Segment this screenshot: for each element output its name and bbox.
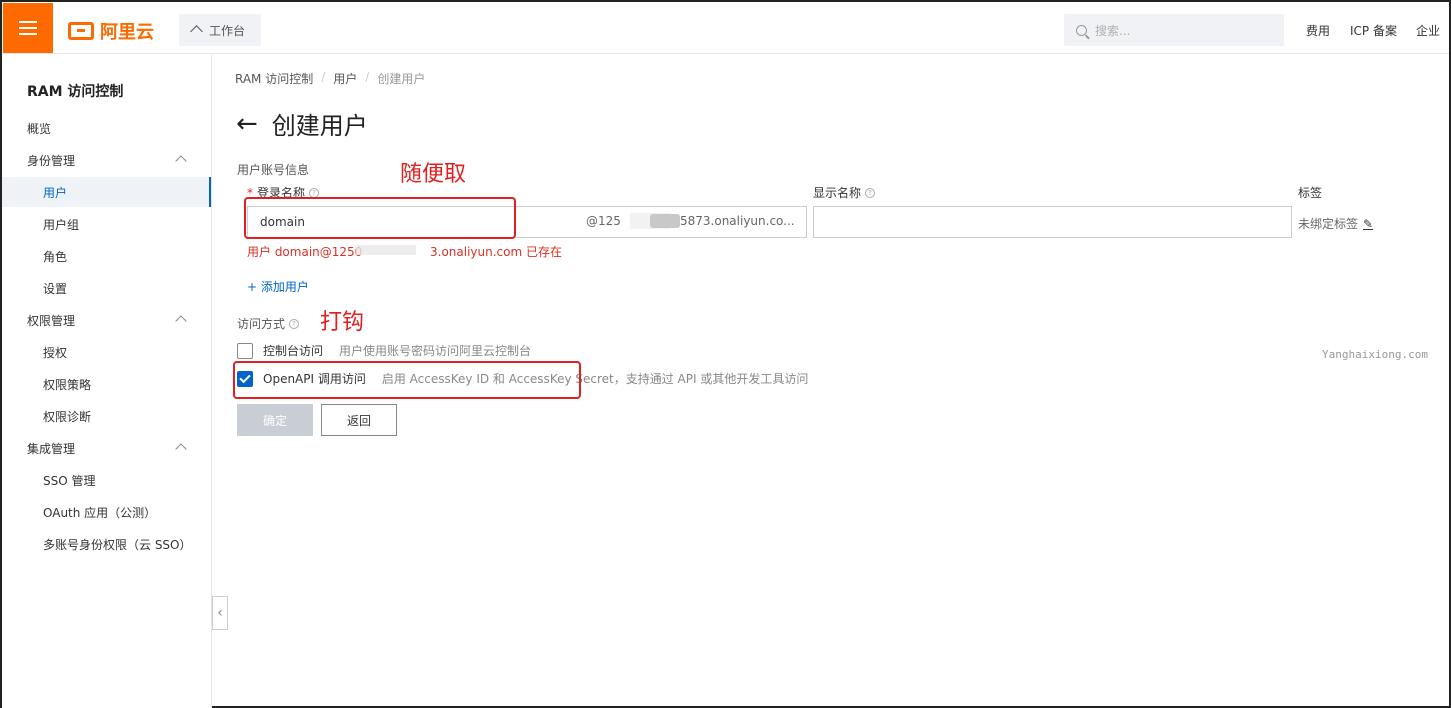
edit-icon[interactable]: ✎ (1363, 217, 1373, 231)
aliyun-logo-icon (68, 22, 94, 40)
back-button[interactable]: 返回 (321, 404, 397, 436)
console-access-row[interactable]: 控制台访问 用户使用账号密码访问阿里云控制台 (237, 342, 531, 359)
sidebar-item-label: 用户组 (43, 217, 80, 232)
sidebar-title: RAM 访问控制 (27, 84, 124, 100)
redaction-blur (650, 214, 680, 228)
chevron-up-icon (175, 315, 187, 327)
chevron-left-icon: ‹ (217, 605, 223, 621)
login-name-suffix-b: 5873.onaliyun.co... (680, 214, 795, 228)
sidebar-group-integration[interactable]: 集成管理 (2, 433, 211, 463)
breadcrumb-separator: / (365, 70, 370, 84)
console-access-desc: 用户使用账号密码访问阿里云控制台 (339, 344, 532, 358)
redaction-blur (356, 245, 416, 255)
sidebar-item-label: 权限管理 (27, 313, 76, 328)
access-method-label-text: 访问方式 (237, 317, 286, 331)
workbench-button[interactable]: 工作台 (179, 14, 261, 46)
top-bar: 阿里云 工作台 搜索... 费用 ICP 备案 企业 (2, 2, 1449, 54)
back-arrow-icon[interactable]: ← (236, 111, 258, 137)
sidebar-item-settings[interactable]: 设置 (2, 273, 211, 303)
sidebar-item-label: 概览 (27, 121, 52, 136)
tags-label: 标签 (1298, 186, 1323, 200)
sidebar-item-label: 权限诊断 (43, 409, 92, 424)
error-message-a: 用户 domain@1250 (247, 245, 363, 259)
help-icon[interactable]: ? (865, 187, 876, 198)
sidebar-item-users[interactable]: 用户 (2, 177, 211, 207)
tags-value: 未绑定标签 (1298, 217, 1359, 231)
sidebar-item-oauth[interactable]: OAuth 应用（公测） (2, 497, 211, 527)
page-title-text: 创建用户 (271, 112, 368, 140)
add-user-button[interactable]: + 添加用户 (247, 278, 309, 295)
sidebar-item-policies[interactable]: 权限策略 (2, 369, 211, 399)
sidebar-item-label: 身份管理 (27, 153, 76, 168)
sidebar-item-overview[interactable]: 概览 (2, 113, 211, 143)
top-link-icp[interactable]: ICP 备案 (1350, 22, 1397, 39)
breadcrumb-ram[interactable]: RAM 访问控制 (235, 70, 313, 87)
sidebar-item-label: 集成管理 (27, 441, 76, 456)
sidebar-item-label: 用户 (43, 185, 68, 200)
access-method-label: 访问方式 ? (237, 315, 300, 332)
sidebar-item-roles[interactable]: 角色 (2, 241, 211, 271)
sidebar-collapse-handle[interactable]: ‹ (212, 596, 228, 630)
breadcrumb-users[interactable]: 用户 (333, 70, 357, 87)
sidebar-item-sso[interactable]: SSO 管理 (2, 465, 211, 495)
sidebar-item-label: 授权 (43, 345, 68, 360)
tags-field[interactable]: 未绑定标签 ✎ (1298, 215, 1373, 232)
search-icon (1076, 24, 1087, 36)
sidebar: RAM 访问控制 概览 身份管理 用户 用户组 角色 设置 权限管理 授权 权限… (2, 55, 212, 708)
sidebar-group-identity[interactable]: 身份管理 (2, 145, 211, 175)
section-account-label: 用户账号信息 (237, 163, 310, 177)
sidebar-item-grants[interactable]: 授权 (2, 337, 211, 367)
page-title: ← 创建用户 (236, 106, 368, 141)
annotation-box-openapi (233, 361, 581, 399)
breadcrumb-current: 创建用户 (377, 72, 426, 86)
search-placeholder: 搜索... (1095, 23, 1131, 38)
sidebar-item-label: 角色 (43, 249, 68, 264)
annotation-box-login-name (244, 197, 516, 239)
top-link-billing[interactable]: 费用 (1306, 22, 1330, 39)
sidebar-item-label: 多账号身份权限（云 SSO） (43, 537, 192, 552)
top-link-enterprise[interactable]: 企业 (1416, 22, 1440, 39)
console-access-checkbox[interactable] (237, 342, 253, 359)
help-icon[interactable]: ? (309, 187, 320, 198)
workbench-label: 工作台 (209, 23, 246, 38)
logo[interactable]: 阿里云 (68, 18, 154, 44)
error-message-b: 3.onaliyun.com 已存在 (430, 245, 562, 259)
annotation-text-name: 随便取 (400, 162, 467, 187)
help-icon[interactable]: ? (289, 318, 300, 329)
sidebar-item-label: 设置 (43, 281, 68, 296)
display-name-label: 显示名称 ? (813, 184, 876, 201)
ok-button[interactable]: 确定 (237, 404, 313, 436)
annotation-text-check: 打钩 (320, 310, 365, 335)
sidebar-item-label: OAuth 应用（公测） (43, 505, 157, 520)
menu-icon[interactable] (3, 3, 53, 53)
breadcrumb: RAM 访问控制 / 用户 / 创建用户 (235, 70, 425, 87)
watermark: Yanghaixiong.com (1322, 348, 1428, 361)
logo-text: 阿里云 (100, 22, 154, 43)
display-name-input[interactable] (813, 206, 1292, 238)
search-input[interactable]: 搜索... (1064, 14, 1284, 46)
display-name-label-text: 显示名称 (813, 186, 862, 200)
sidebar-item-label: SSO 管理 (43, 473, 96, 488)
chevron-up-icon (175, 155, 187, 167)
sidebar-group-permissions[interactable]: 权限管理 (2, 305, 211, 335)
chevron-up-icon (175, 443, 187, 455)
sidebar-item-diagnosis[interactable]: 权限诊断 (2, 401, 211, 431)
sidebar-item-user-groups[interactable]: 用户组 (2, 209, 211, 239)
home-icon (191, 24, 203, 36)
sidebar-item-cloud-sso[interactable]: 多账号身份权限（云 SSO） (2, 529, 211, 559)
breadcrumb-separator: / (321, 70, 326, 84)
login-name-suffix-a: @125 (586, 214, 621, 228)
console-access-label[interactable]: 控制台访问 (263, 342, 323, 359)
sidebar-item-label: 权限策略 (43, 377, 92, 392)
